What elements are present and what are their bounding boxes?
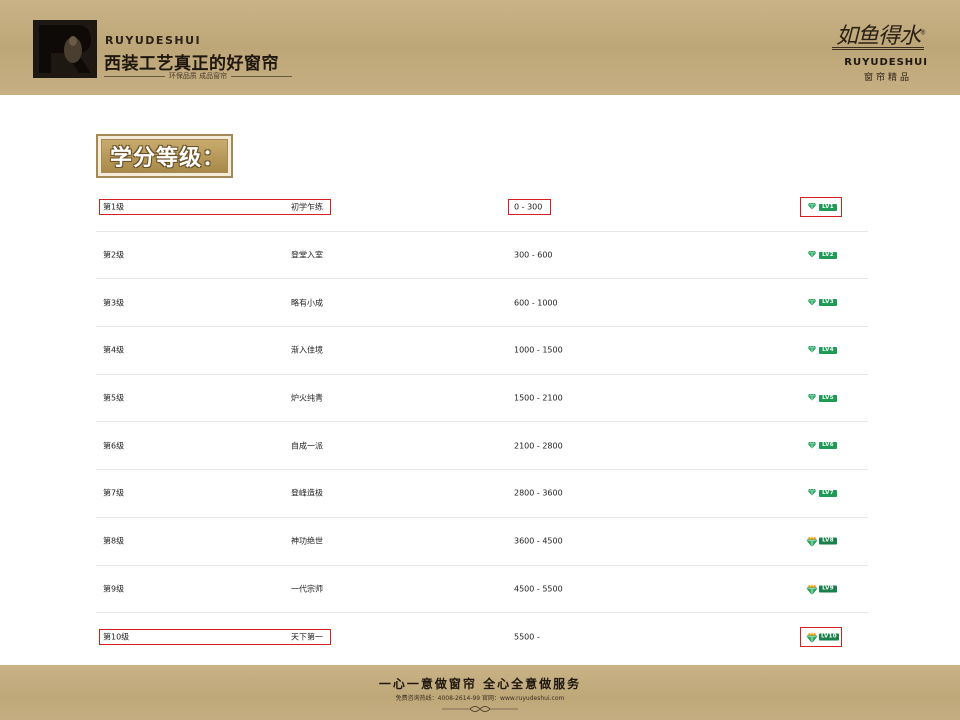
section-title: 学分等级： [110,146,226,171]
gem-icon [807,441,817,449]
right-logo-divider [832,47,924,50]
gem-icon [807,489,817,497]
gem-icon [807,298,817,306]
level-number: 第9级 [103,584,125,594]
level-row: 第4级 渐入佳境 1000 - 1500 LV4 [96,327,868,375]
right-logo-subtitle: 窗帘精品 [863,73,912,83]
right-logo-cn: 如鱼得水® [835,24,926,49]
level-title: 炉火纯青 [291,393,323,403]
page-footer: 一心一意做窗帘 全心全意做服务 免费咨询热线：4008-2614-99 官网：w… [0,665,960,720]
level-badge-label: LV4 [819,346,837,354]
right-logo-en: RUYUDESHUI [844,57,928,68]
highlight-box-badge [800,627,842,648]
level-badge: LV9 [806,583,837,595]
level-row: 第8级 神功绝世 3600 - 4500 LV8 [96,518,868,566]
level-badge: LV2 [806,251,837,259]
ornament-icon [442,706,518,712]
credit-range: 2100 - 2800 [514,441,563,451]
credit-range: 2800 - 3600 [514,488,563,498]
level-badge-label: LV6 [819,442,837,450]
footer-slogan: 一心一意做窗帘 全心全意做服务 [378,677,582,691]
credit-range: 4500 - 5500 [514,584,563,594]
level-number: 第5级 [103,393,125,403]
level-badge-label: LV3 [819,299,837,307]
level-badge: LV6 [806,441,837,450]
level-title: 略有小成 [291,298,323,308]
level-title: 登峰造极 [291,488,323,498]
credit-range: 3600 - 4500 [514,536,563,546]
level-title: 自成一派 [291,441,323,451]
level-row: 第7级 登峰造极 2800 - 3600 LV7 [96,470,868,518]
level-row: 第1级 初学乍练 0 - 300 LV1 [96,184,868,232]
gem-icon [807,346,817,354]
level-row: 第10级 天下第一 5500 - LV10 [96,613,868,661]
level-badge: LV7 [806,489,837,497]
level-badge-label: LV9 [819,585,837,593]
level-row: 第5级 炉火纯青 1500 - 2100 LV5 [96,375,868,423]
r-logo-icon [33,20,97,78]
highlight-box-level [99,199,331,216]
level-badge: LV5 [806,394,837,402]
level-number: 第6级 [103,441,125,451]
brand-name-en: RUYUDESHUI [105,34,202,47]
highlight-box-range [508,199,551,216]
level-badge-label: LV5 [819,394,837,402]
level-badge-label: LV7 [819,489,837,497]
brand-subslogan-text: 环保品质 成品窗帘 [168,72,228,80]
level-badge-label: LV8 [819,537,837,545]
credit-range: 600 - 1000 [514,298,558,308]
level-badge: LV8 [806,535,837,547]
level-row: 第6级 自成一派 2100 - 2800 LV6 [96,422,868,471]
level-title: 神功绝世 [291,536,323,546]
level-title: 登堂入室 [291,250,323,260]
credit-range: 1500 - 2100 [514,393,563,403]
gem-icon [807,394,817,401]
section-title-frame: 学分等级： [96,134,233,178]
credit-range: 1000 - 1500 [514,345,563,355]
level-badge: LV3 [806,298,837,307]
brand-subslogan: 环保品质 成品窗帘 [104,71,293,81]
level-title: 一代宗师 [291,584,323,594]
level-number: 第4级 [103,345,125,355]
level-number: 第2级 [103,250,125,260]
credit-range: 5500 - [514,632,540,642]
level-row: 第9级 一代宗师 4500 - 5500 LV9 [96,566,868,614]
level-badge: LV4 [806,346,837,354]
crown-gem-icon [806,535,818,547]
level-number: 第7级 [103,488,125,498]
level-badge-label: LV2 [819,251,837,259]
gem-icon [807,251,817,258]
level-row: 第3级 略有小成 600 - 1000 LV3 [96,279,868,328]
page-header: RUYUDESHUI 西装工艺真正的好窗帘 环保品质 成品窗帘 如鱼得水® RU… [0,0,960,95]
level-number: 第3级 [103,298,125,308]
highlight-box-level [99,629,331,646]
levels-table: 第1级 初学乍练 0 - 300 LV1 第2级 登堂入室 300 - 600 LV2 第3级 略… [96,184,868,661]
credit-range: 300 - 600 [514,250,553,260]
level-row: 第2级 登堂入室 300 - 600 LV2 [96,232,868,280]
highlight-box-badge [800,197,842,218]
level-title: 渐入佳境 [291,345,323,355]
footer-contact: 免费咨询热线：4008-2614-99 官网：www.ruyudeshui.co… [395,695,565,702]
crown-gem-icon [806,583,818,595]
level-number: 第8级 [103,536,125,546]
